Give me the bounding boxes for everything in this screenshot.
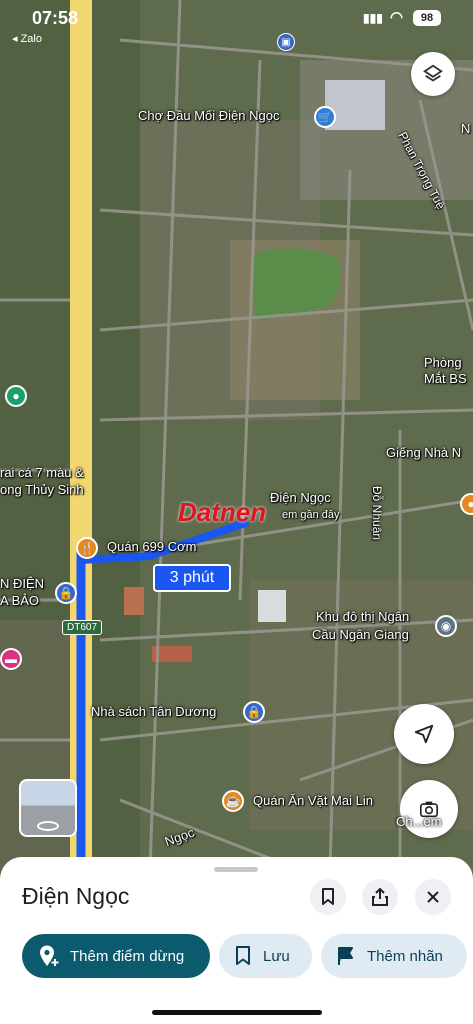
shop-bag-icon-2[interactable]: 🔒: [243, 701, 265, 723]
add-label-button[interactable]: Thêm nhãn: [321, 934, 467, 978]
save-chip-label: Lưu: [263, 947, 290, 965]
label-n: N: [461, 121, 471, 136]
label-cho-dau-moi[interactable]: Chợ Đầu Mối Điện Ngọc: [138, 108, 279, 124]
location-pin-icon[interactable]: ◉: [435, 615, 457, 637]
watermark-logo: Datnen: [178, 497, 267, 527]
label-quan-an-vat[interactable]: Quán Ăn Vặt Mai Lin: [253, 793, 373, 809]
label-phong-mat-line1[interactable]: Phòng: [424, 355, 462, 371]
add-label-label: Thêm nhãn: [367, 947, 443, 965]
add-stop-pin-icon: [40, 945, 59, 966]
bookmark-outline-icon: [236, 946, 250, 965]
save-chip-button[interactable]: Lưu: [219, 934, 312, 978]
park-pin-icon[interactable]: ●: [5, 385, 27, 407]
label-trai-ca-line2[interactable]: ong Thủy Sinh: [0, 482, 84, 498]
share-button[interactable]: [362, 879, 398, 915]
route-time-badge: 3 phút: [153, 564, 231, 592]
status-bar: 07:58 ◂ Zalo ▮▮▮ ◠ 98: [0, 8, 473, 45]
street-view-thumbnail[interactable]: [19, 779, 77, 837]
layers-button[interactable]: [411, 52, 455, 96]
hotel-pin-icon[interactable]: ▬: [0, 648, 22, 670]
close-button[interactable]: [415, 879, 451, 915]
camera-search-button[interactable]: Ch...em: [396, 780, 458, 838]
label-dien-bao-line2[interactable]: A BẢO: [0, 593, 39, 609]
label-khu-do-thi-line2[interactable]: Cầu Ngân Giang: [312, 627, 409, 643]
wifi-icon: ◠: [390, 9, 404, 26]
status-time: 07:58: [32, 8, 79, 28]
shop-bag-icon[interactable]: 🔒: [55, 582, 77, 604]
add-stop-label: Thêm điểm dừng: [70, 947, 185, 965]
restaurant-icon[interactable]: 🍴: [76, 537, 98, 559]
bookmark-icon: [322, 888, 334, 905]
label-quan-699[interactable]: Quán 699 Cơm: [107, 539, 196, 555]
place-title: Điện Ngọc: [22, 883, 130, 909]
battery-indicator: 98: [413, 10, 441, 26]
add-stop-button[interactable]: Thêm điểm dừng: [22, 934, 210, 978]
label-gieng-nha[interactable]: Giếng Nhà N: [386, 445, 461, 461]
camera-search-label: Ch...em: [396, 814, 442, 829]
label-dien-ngoc-nearby: em gần đây: [282, 509, 340, 521]
place-bottom-sheet[interactable]: Điện Ngọc Thêm điểm dừng Lưu Thêm nhãn: [0, 857, 473, 1024]
label-dien-bao-line1[interactable]: N ĐIỆN: [0, 576, 44, 592]
bus-stop-icon[interactable]: ▣: [277, 33, 295, 51]
back-to-zalo[interactable]: ◂ Zalo: [12, 32, 42, 45]
close-icon: [427, 891, 439, 903]
label-nha-sach[interactable]: Nhà sách Tân Dương: [91, 704, 216, 720]
shopping-cart-icon[interactable]: 🛒: [314, 106, 336, 128]
label-phong-mat-line2[interactable]: Mắt BS: [424, 371, 467, 387]
street-view-icon: [37, 821, 59, 831]
my-location-button[interactable]: [394, 704, 454, 764]
layers-icon: [423, 64, 443, 82]
label-khu-do-thi-line1[interactable]: Khu đô thị Ngân: [316, 609, 409, 625]
label-trai-ca-line1[interactable]: rai cá 7 màu &: [0, 465, 84, 481]
save-bookmark-button[interactable]: [310, 879, 346, 915]
road-badge-dt607: DT607: [62, 620, 103, 635]
navigation-arrow-icon: [414, 724, 434, 744]
home-indicator: [152, 1010, 322, 1015]
coffee-pin-icon[interactable]: ☕: [222, 790, 244, 812]
sheet-drag-handle[interactable]: [214, 867, 258, 872]
share-icon: [372, 887, 388, 906]
signal-icon: ▮▮▮: [363, 11, 383, 25]
label-dien-ngoc[interactable]: Điện Ngọc: [270, 490, 331, 506]
flag-icon: [338, 947, 353, 965]
street-do-nhuan: Đỗ Nhuận: [370, 486, 384, 541]
map-view[interactable]: 07:58 ◂ Zalo ▮▮▮ ◠ 98 ▣ Chợ Đầu Mối Điện…: [0, 0, 473, 870]
